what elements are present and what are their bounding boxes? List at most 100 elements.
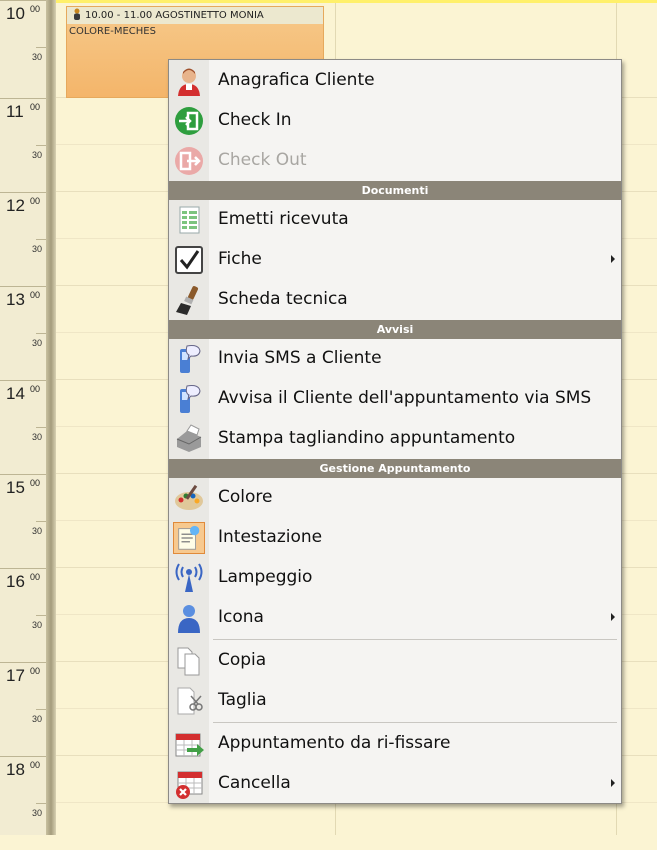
header-note-icon [173, 522, 205, 554]
menu-item-lampeggio[interactable]: Lampeggio [169, 558, 621, 598]
blink-antenna-icon [175, 563, 203, 592]
hour-label: 10 [6, 4, 25, 23]
minute-label: 00 [30, 760, 41, 770]
menu-item-scheda-tecnica[interactable]: Scheda tecnica [169, 280, 621, 320]
half-hour-label: 30 [32, 808, 43, 818]
hour-slot-17: 17 00 30 [0, 662, 46, 756]
menu-item-label: Appuntamento da ri-fissare [218, 733, 451, 753]
submenu-arrow-icon [611, 779, 615, 787]
minute-label: 00 [30, 290, 41, 300]
hour-slot-13: 13 00 30 [0, 286, 46, 380]
sms-notify-icon [180, 385, 201, 413]
half-hour-label: 30 [32, 432, 43, 442]
menu-separator [213, 722, 617, 723]
person-icon [178, 605, 200, 633]
sms-phone-icon [180, 345, 201, 373]
appointment-header-text: 10.00 - 11.00 AGOSTINETTO MONIA [85, 10, 264, 21]
checkbox-icon [175, 246, 203, 274]
minute-label: 00 [30, 572, 41, 582]
hour-slot-18: 18 00 30 [0, 756, 46, 850]
half-hour-label: 30 [32, 620, 43, 630]
menu-separator [213, 639, 617, 640]
palette-icon [175, 484, 203, 510]
person-icon [74, 8, 80, 20]
menu-item-label: Lampeggio [218, 567, 313, 587]
half-hour-label: 30 [32, 52, 43, 62]
hour-label: 16 [6, 572, 25, 591]
menu-item-label: Check Out [218, 150, 307, 170]
minute-label: 00 [30, 4, 41, 14]
hour-label: 13 [6, 290, 25, 309]
menu-item-colore[interactable]: Colore [169, 478, 621, 518]
printer-icon [176, 424, 202, 452]
menu-item-copia[interactable]: Copia [169, 641, 621, 681]
menu-item-intestazione[interactable]: Intestazione [169, 518, 621, 558]
menu-item-appuntamento-da-rifissare[interactable]: Appuntamento da ri-fissare [169, 724, 621, 764]
receipt-icon [179, 206, 200, 234]
menu-item-label: Anagrafica Cliente [218, 70, 375, 90]
menu-item-label: Copia [218, 650, 267, 670]
menu-item-label: Avvisa il Cliente dell'appuntamento via … [218, 388, 592, 408]
client-card-icon [178, 68, 200, 96]
section-documenti: Documenti [169, 181, 621, 200]
menu-item-label: Invia SMS a Cliente [218, 348, 382, 368]
calendar-reschedule-icon [175, 733, 204, 757]
check-out-icon [175, 147, 203, 175]
hour-label: 15 [6, 478, 25, 497]
hour-label: 17 [6, 666, 25, 685]
hour-slot-16: 16 00 30 [0, 568, 46, 662]
menu-item-cancella[interactable]: Cancella [169, 764, 621, 804]
hour-slot-11: 11 00 30 [0, 98, 46, 192]
minute-label: 00 [30, 384, 41, 394]
menu-item-label: Taglia [218, 690, 267, 710]
menu-item-label: Colore [218, 487, 273, 507]
hour-label: 18 [6, 760, 25, 779]
hour-label: 12 [6, 196, 25, 215]
calendar-delete-icon [176, 771, 203, 799]
hour-label: 11 [6, 102, 24, 121]
copy-icon [177, 647, 200, 676]
submenu-arrow-icon [611, 613, 615, 621]
menu-item-label: Check In [218, 110, 292, 130]
menu-item-check-in[interactable]: Check In [169, 101, 621, 141]
time-rail [46, 0, 56, 835]
menu-item-check-out[interactable]: Check Out [169, 141, 621, 181]
half-hour-label: 30 [32, 526, 43, 536]
menu-item-emetti-ricevuta[interactable]: Emetti ricevuta [169, 200, 621, 240]
half-hour-label: 30 [32, 150, 43, 160]
appointment-header: 10.00 - 11.00 AGOSTINETTO MONIA [67, 7, 323, 24]
menu-item-label: Cancella [218, 773, 291, 793]
menu-item-label: Intestazione [218, 527, 323, 547]
hour-slot-14: 14 00 30 [0, 380, 46, 474]
hour-label: 14 [6, 384, 25, 403]
menu-item-fiche[interactable]: Fiche [169, 240, 621, 280]
hour-slot-12: 12 00 30 [0, 192, 46, 286]
menu-item-label: Stampa tagliandino appuntamento [218, 428, 516, 448]
hour-slot-15: 15 00 30 [0, 474, 46, 568]
brush-icon [176, 286, 199, 315]
time-column: 10 00 30 11 00 30 12 00 30 13 00 30 14 00 30 15 00 3… [0, 0, 56, 835]
menu-item-label: Scheda tecnica [218, 289, 348, 309]
section-avvisi: Avvisi [169, 320, 621, 339]
check-in-icon [175, 107, 203, 135]
minute-label: 00 [30, 102, 41, 112]
context-menu[interactable]: Anagrafica Cliente Check In Check Out Do… [168, 59, 622, 804]
half-hour-label: 30 [32, 244, 43, 254]
menu-item-avvisa-sms[interactable]: Avvisa il Cliente dell'appuntamento via … [169, 379, 621, 419]
appointment-service: COLORE-MECHES [69, 26, 156, 37]
section-gestione-appuntamento: Gestione Appuntamento [169, 459, 621, 478]
half-hour-label: 30 [32, 714, 43, 724]
menu-item-stampa-tagliandino[interactable]: Stampa tagliandino appuntamento [169, 419, 621, 459]
menu-item-label: Fiche [218, 249, 262, 269]
minute-label: 00 [30, 478, 41, 488]
minute-label: 00 [30, 666, 41, 676]
submenu-arrow-icon [611, 255, 615, 263]
half-hour-label: 30 [32, 338, 43, 348]
menu-item-anagrafica-cliente[interactable]: Anagrafica Cliente [169, 61, 621, 101]
menu-item-icona[interactable]: Icona [169, 598, 621, 638]
menu-item-label: Emetti ricevuta [218, 209, 349, 229]
menu-item-invia-sms[interactable]: Invia SMS a Cliente [169, 339, 621, 379]
menu-item-taglia[interactable]: Taglia [169, 681, 621, 721]
minute-label: 00 [30, 196, 41, 206]
hour-slot-10: 10 00 30 [0, 0, 46, 94]
